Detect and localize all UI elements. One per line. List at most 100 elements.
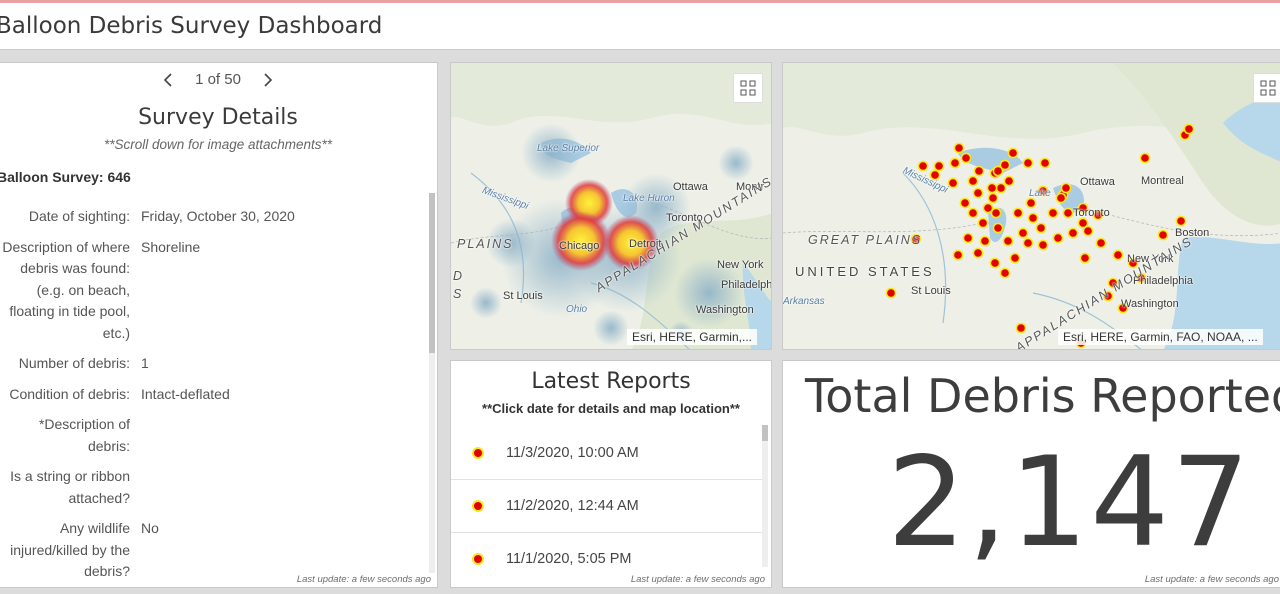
map-label-st-louis: St Louis (503, 290, 543, 302)
debris-point-marker[interactable] (967, 175, 979, 187)
map-label-philadelphia: Philadelph (721, 279, 772, 291)
list-item[interactable]: 11/3/2020, 10:00 AM (451, 427, 763, 480)
report-date: 11/1/2020, 5:05 PM (506, 551, 632, 567)
dashboard-header: Balloon Debris Survey Dashboard (0, 3, 1280, 50)
heatmap-panel[interactable]: Lake Superior Mississippi Ottawa Montr L… (450, 62, 772, 350)
debris-point-marker[interactable] (1183, 123, 1195, 135)
debris-point-marker[interactable] (989, 257, 1001, 269)
debris-point-marker[interactable] (1039, 157, 1051, 169)
debris-point-marker[interactable] (995, 182, 1007, 194)
map-label: Ohio (566, 304, 588, 315)
debris-point-marker[interactable] (1003, 175, 1015, 187)
map-label-washington: Washington (696, 304, 754, 316)
debris-point-marker[interactable] (952, 249, 964, 261)
field-value: Shoreline (141, 238, 201, 255)
points-basemap[interactable] (783, 63, 1280, 350)
debris-point-marker[interactable] (1079, 252, 1091, 264)
map-label: GREAT PLAINS (808, 233, 923, 247)
debris-point-marker[interactable] (972, 187, 984, 199)
debris-point-marker[interactable] (1062, 207, 1074, 219)
debris-point-marker[interactable] (1017, 227, 1029, 239)
field-value: Friday, October 30, 2020 (141, 208, 295, 224)
debris-point-marker[interactable] (990, 207, 1002, 219)
debris-point-marker[interactable] (1027, 212, 1039, 224)
debris-point-marker[interactable] (1002, 235, 1014, 247)
debris-point-marker[interactable] (933, 160, 945, 172)
details-scrollbar[interactable] (429, 193, 435, 573)
debris-point-marker[interactable] (979, 235, 991, 247)
field-value (130, 466, 141, 509)
debris-point-marker[interactable] (1157, 229, 1169, 241)
map-label: UNITED STATES (795, 264, 935, 279)
map-label-toronto: Toronto (1073, 207, 1110, 219)
map-attribution[interactable]: Esri, HERE, Garmin, FAO, NOAA, ... (1058, 329, 1263, 345)
debris-point-marker[interactable] (1052, 232, 1064, 244)
debris-point-marker[interactable] (967, 207, 979, 219)
next-record-button[interactable] (259, 71, 277, 88)
map-label-ottawa: Ottawa (1080, 176, 1115, 188)
map-label-montreal: Montreal (1141, 175, 1184, 187)
field-label: *Description of debris: (38, 416, 130, 454)
debris-point-marker[interactable] (1139, 152, 1151, 164)
field-location: Description of where debris was found: (… (0, 237, 429, 345)
latest-reports-panel: Latest Reports **Click date for details … (450, 360, 772, 588)
field-description: *Description of debris: (0, 414, 429, 457)
debris-point-marker[interactable] (973, 165, 985, 177)
debris-point-marker[interactable] (949, 157, 961, 169)
map-label: S (453, 287, 464, 301)
field-condition: Condition of debris: Intact-deflated (0, 384, 429, 406)
debris-point-marker[interactable] (1025, 197, 1037, 209)
map-label: Lake (1029, 188, 1051, 199)
debris-point-marker[interactable] (1095, 237, 1107, 249)
debris-point-marker[interactable] (1037, 239, 1049, 251)
debris-point-marker[interactable] (987, 192, 999, 204)
map-label-st-louis: St Louis (911, 285, 951, 297)
debris-point-marker[interactable] (1015, 322, 1027, 334)
map-label: Lake Huron (623, 193, 675, 204)
debris-point-marker[interactable] (947, 177, 959, 189)
map-label-new-york: New York (717, 259, 764, 271)
debris-point-marker[interactable] (972, 247, 984, 259)
previous-record-button[interactable] (159, 71, 177, 88)
debris-point-marker[interactable] (1175, 215, 1187, 227)
debris-point-marker[interactable] (1022, 157, 1034, 169)
debris-point-marker[interactable] (992, 165, 1004, 177)
debris-point-marker[interactable] (1060, 182, 1072, 194)
field-wildlife: Any wildlife injured/killed by the debri… (0, 518, 429, 583)
debris-point-marker[interactable] (885, 287, 897, 299)
debris-point-marker[interactable] (1112, 249, 1124, 261)
debris-point-marker[interactable] (1022, 237, 1034, 249)
expand-icon (1260, 80, 1276, 96)
debris-point-marker[interactable] (986, 182, 998, 194)
debris-point-marker[interactable] (1012, 207, 1024, 219)
expand-icon (740, 80, 756, 96)
debris-point-marker[interactable] (992, 222, 1004, 234)
total-debris-indicator: Total Debris Reported 2,147 Last update:… (782, 360, 1280, 588)
debris-point-marker[interactable] (917, 160, 929, 172)
expand-map-button[interactable] (1253, 73, 1280, 103)
points-map-panel[interactable]: Ottawa Montreal Lake Toronto Boston GREA… (782, 62, 1280, 350)
debris-point-marker[interactable] (1007, 147, 1019, 159)
debris-point-marker[interactable] (1035, 222, 1047, 234)
indicator-value: 2,147 (887, 431, 1252, 575)
map-attribution[interactable]: Esri, HERE, Garmin,... (626, 329, 757, 345)
debris-point-marker[interactable] (1055, 192, 1067, 204)
scrollbar-thumb[interactable] (762, 425, 768, 441)
reports-scrollbar[interactable] (762, 425, 768, 567)
debris-point-marker[interactable] (959, 197, 971, 209)
debris-point-marker[interactable] (960, 152, 972, 164)
field-value: Intact-deflated (141, 385, 230, 402)
debris-point-marker[interactable] (953, 142, 965, 154)
debris-point-marker[interactable] (1077, 217, 1089, 229)
map-label-ottawa: Ottawa (673, 181, 708, 193)
debris-point-marker[interactable] (1067, 227, 1079, 239)
debris-point-marker[interactable] (999, 267, 1011, 279)
debris-point-marker[interactable] (1047, 207, 1059, 219)
list-item[interactable]: 11/2/2020, 12:44 AM (451, 480, 763, 533)
debris-point-marker[interactable] (962, 232, 974, 244)
last-update-note: Last update: a few seconds ago (1144, 574, 1279, 585)
scrollbar-thumb[interactable] (429, 193, 435, 353)
debris-point-marker[interactable] (977, 217, 989, 229)
debris-point-marker[interactable] (1009, 252, 1021, 264)
expand-map-button[interactable] (733, 73, 763, 103)
